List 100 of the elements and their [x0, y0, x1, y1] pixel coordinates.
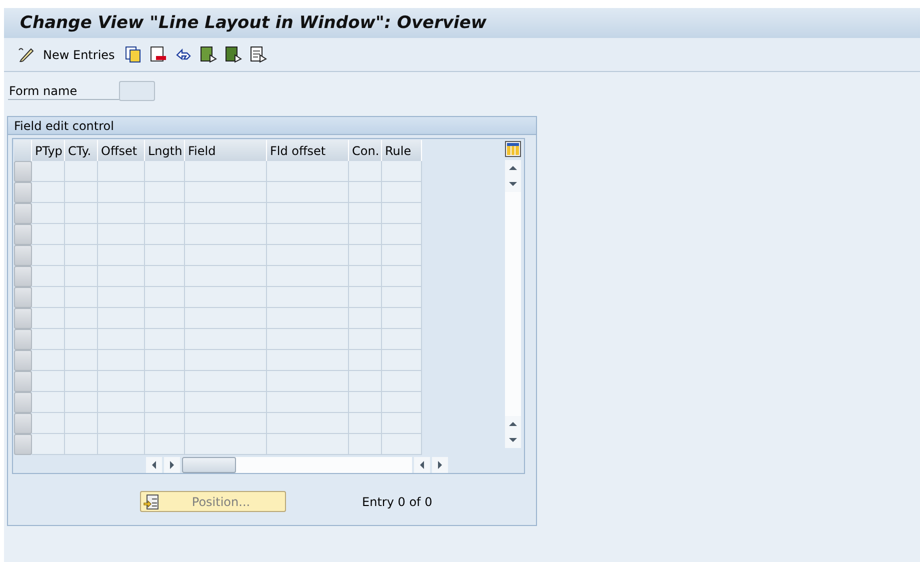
table-cell[interactable] [185, 245, 267, 266]
table-cell[interactable] [98, 266, 145, 287]
scroll-thumb[interactable] [182, 457, 236, 473]
row-selector[interactable] [14, 203, 32, 224]
table-cell[interactable] [98, 329, 145, 350]
column-header[interactable]: Rule [382, 140, 422, 161]
table-cell[interactable] [185, 203, 267, 224]
table-cell[interactable] [185, 266, 267, 287]
column-header[interactable]: Con. [349, 140, 382, 161]
scroll-right-button[interactable] [164, 457, 180, 473]
select-button[interactable] [200, 46, 217, 63]
column-header[interactable]: Lngth [145, 140, 185, 161]
table-cell[interactable] [382, 266, 422, 287]
table-cell[interactable] [267, 329, 349, 350]
table-cell[interactable] [65, 392, 98, 413]
table-cell[interactable] [382, 413, 422, 434]
table-cell[interactable] [65, 308, 98, 329]
table-cell[interactable] [65, 266, 98, 287]
table-cell[interactable] [65, 434, 98, 455]
table-cell[interactable] [145, 203, 185, 224]
row-selector[interactable] [14, 392, 32, 413]
table-cell[interactable] [267, 308, 349, 329]
table-cell[interactable] [185, 308, 267, 329]
table-cell[interactable] [349, 203, 382, 224]
row-selector[interactable] [14, 224, 32, 245]
table-cell[interactable] [349, 371, 382, 392]
table-cell[interactable] [267, 434, 349, 455]
table-cell[interactable] [65, 161, 98, 182]
table-cell[interactable] [98, 224, 145, 245]
table-cell[interactable] [145, 329, 185, 350]
form-name-field[interactable] [119, 81, 155, 101]
table-cell[interactable] [145, 413, 185, 434]
table-cell[interactable] [65, 245, 98, 266]
undo-button[interactable] [174, 46, 192, 63]
table-cell[interactable] [185, 371, 267, 392]
scroll-left-button[interactable] [414, 457, 430, 473]
table-cell[interactable] [185, 182, 267, 203]
row-selector[interactable] [14, 350, 32, 371]
row-selector[interactable] [14, 182, 32, 203]
table-cell[interactable] [65, 350, 98, 371]
table-cell[interactable] [32, 392, 65, 413]
table-cell[interactable] [349, 287, 382, 308]
column-header[interactable]: Offset [98, 140, 145, 161]
row-selector[interactable] [14, 371, 32, 392]
table-cell[interactable] [98, 161, 145, 182]
table-cell[interactable] [98, 371, 145, 392]
table-cell[interactable] [185, 350, 267, 371]
table-cell[interactable] [98, 350, 145, 371]
table-cell[interactable] [382, 329, 422, 350]
table-cell[interactable] [349, 434, 382, 455]
row-selector[interactable] [14, 434, 32, 455]
table-cell[interactable] [267, 203, 349, 224]
select-block-button[interactable] [224, 46, 242, 63]
table-cell[interactable] [349, 224, 382, 245]
scroll-up-button[interactable] [505, 160, 521, 176]
table-cell[interactable] [32, 182, 65, 203]
table-cell[interactable] [267, 371, 349, 392]
column-header[interactable]: Fld offset [267, 140, 349, 161]
row-selector[interactable] [14, 245, 32, 266]
column-header[interactable]: PTyp [32, 140, 65, 161]
scroll-down-button[interactable] [505, 176, 521, 192]
table-cell[interactable] [267, 161, 349, 182]
table-cell[interactable] [65, 413, 98, 434]
table-cell[interactable] [382, 224, 422, 245]
table-cell[interactable] [32, 371, 65, 392]
table-cell[interactable] [65, 371, 98, 392]
table-cell[interactable] [145, 350, 185, 371]
table-cell[interactable] [145, 161, 185, 182]
table-cell[interactable] [145, 224, 185, 245]
deselect-button[interactable] [250, 46, 267, 63]
table-cell[interactable] [32, 245, 65, 266]
table-cell[interactable] [98, 203, 145, 224]
table-cell[interactable] [349, 308, 382, 329]
table-cell[interactable] [32, 329, 65, 350]
table-cell[interactable] [98, 392, 145, 413]
row-selector[interactable] [14, 161, 32, 182]
row-selector[interactable] [14, 329, 32, 350]
table-cell[interactable] [98, 245, 145, 266]
table-cell[interactable] [349, 413, 382, 434]
table-cell[interactable] [32, 413, 65, 434]
table-cell[interactable] [98, 308, 145, 329]
table-cell[interactable] [349, 161, 382, 182]
table-cell[interactable] [267, 224, 349, 245]
table-cell[interactable] [98, 287, 145, 308]
table-cell[interactable] [382, 182, 422, 203]
table-cell[interactable] [382, 287, 422, 308]
table-cell[interactable] [382, 392, 422, 413]
table-cell[interactable] [65, 287, 98, 308]
table-cell[interactable] [145, 287, 185, 308]
table-cell[interactable] [349, 392, 382, 413]
table-cell[interactable] [267, 245, 349, 266]
table-cell[interactable] [349, 266, 382, 287]
table-cell[interactable] [267, 350, 349, 371]
table-cell[interactable] [267, 182, 349, 203]
column-header[interactable]: CTy. [65, 140, 98, 161]
table-cell[interactable] [185, 329, 267, 350]
table-cell[interactable] [382, 350, 422, 371]
table-cell[interactable] [65, 182, 98, 203]
scroll-up-button[interactable] [505, 416, 521, 432]
select-all-header[interactable] [14, 140, 32, 161]
